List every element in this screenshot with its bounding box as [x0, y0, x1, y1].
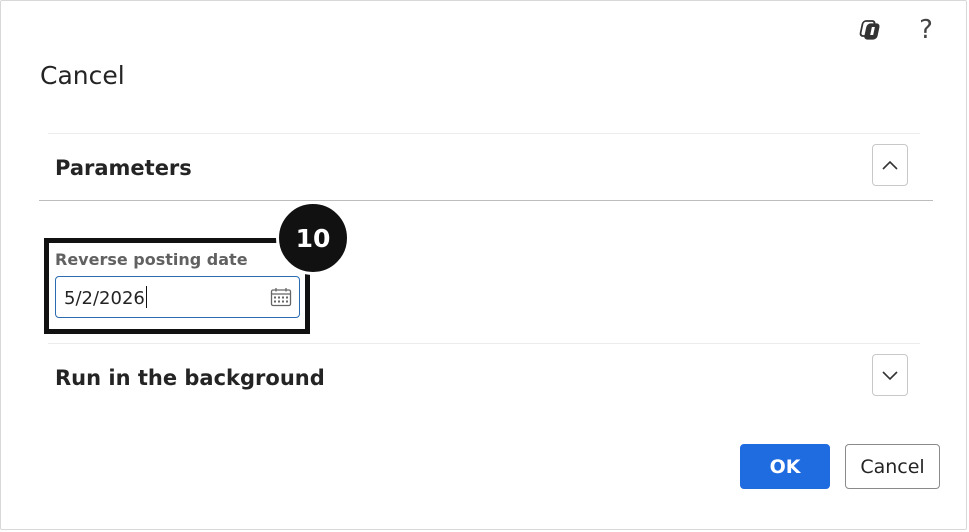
cancel-dialog: ? Cancel Parameters Reverse posting date…	[0, 0, 967, 530]
reverse-posting-date-value[interactable]: 5/2/2026	[64, 286, 147, 309]
reverse-posting-date-label: Reverse posting date	[55, 250, 248, 269]
dialog-top-icons: ?	[854, 15, 940, 45]
calendar-icon[interactable]	[270, 287, 292, 307]
section-divider	[39, 200, 933, 201]
help-button[interactable]: ?	[912, 15, 940, 45]
dialog-title: Cancel	[40, 61, 125, 90]
copilot-icon	[859, 20, 880, 40]
run-in-background-expand-button[interactable]	[872, 354, 908, 396]
section-header-run-in-background[interactable]: Run in the background	[55, 366, 325, 390]
divider	[48, 343, 920, 344]
date-text: 5/2/2026	[64, 288, 145, 309]
section-header-parameters[interactable]: Parameters	[55, 156, 192, 180]
ok-button[interactable]: OK	[740, 444, 830, 489]
chevron-down-icon	[882, 371, 898, 381]
step-number-badge: 10	[276, 201, 350, 275]
divider	[48, 133, 920, 134]
copilot-button[interactable]	[854, 15, 882, 45]
text-caret	[145, 286, 147, 308]
reverse-posting-date-input[interactable]: 5/2/2026	[55, 276, 300, 318]
cancel-button[interactable]: Cancel	[845, 444, 940, 489]
parameters-collapse-button[interactable]	[872, 144, 908, 186]
chevron-up-icon	[882, 160, 898, 170]
help-icon: ?	[919, 15, 933, 45]
